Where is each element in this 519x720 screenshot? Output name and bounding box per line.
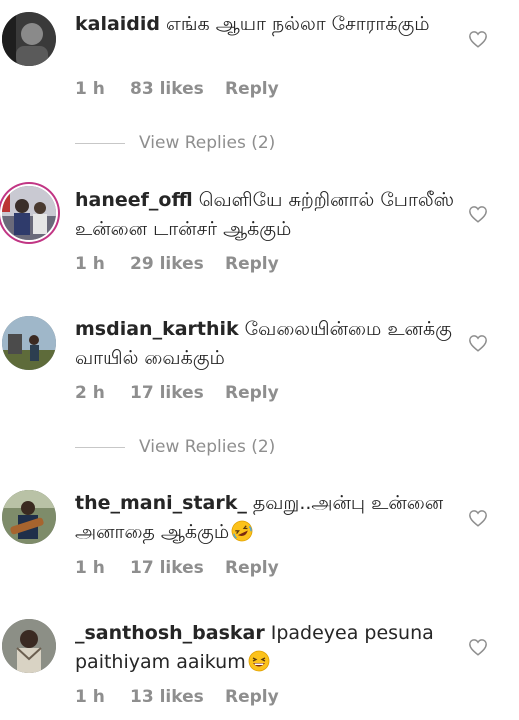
comment-meta: 1 h 29 likes Reply xyxy=(75,254,279,274)
likes-count[interactable]: 83 likes xyxy=(130,79,225,99)
avatar[interactable] xyxy=(2,186,56,240)
avatar[interactable] xyxy=(2,619,56,673)
avatar[interactable] xyxy=(2,316,56,370)
comment-text-block: the_mani_stark_ தவறு..அன்பு உன்னை அனாதை ஆ… xyxy=(75,489,460,547)
username-link[interactable]: haneef_offl xyxy=(75,189,193,211)
avatar[interactable] xyxy=(2,12,56,66)
comment-text-block: haneef_offl வெளியே சுற்றினால் போலீஸ் உன்ன… xyxy=(75,186,460,244)
comment-meta: 1 h 13 likes Reply xyxy=(75,687,279,707)
view-replies-label: View Replies (2) xyxy=(139,133,276,153)
comment-text-block: msdian_karthik வேலையின்மை உனக்கு வாயில் வ… xyxy=(75,315,460,373)
reply-button[interactable]: Reply xyxy=(225,79,279,99)
view-replies-button[interactable]: View Replies (2) xyxy=(75,437,275,461)
view-replies-label: View Replies (2) xyxy=(139,437,276,457)
likes-count[interactable]: 17 likes xyxy=(130,558,225,578)
comment-meta: 2 h 17 likes Reply xyxy=(75,383,279,403)
comment-meta: 1 h 83 likes Reply xyxy=(75,79,279,99)
reply-button[interactable]: Reply xyxy=(225,558,279,578)
comment-text: எங்க ஆயா நல்லா சோராக்கும் xyxy=(166,13,430,35)
heart-icon[interactable] xyxy=(468,30,488,48)
heart-icon[interactable] xyxy=(468,638,488,656)
likes-count[interactable]: 17 likes xyxy=(130,383,225,403)
comment-text-block: _santhosh_baskar Ipadeyea pesuna paithiya… xyxy=(75,619,460,677)
likes-count[interactable]: 13 likes xyxy=(130,687,225,707)
heart-icon[interactable] xyxy=(468,205,488,223)
heart-icon[interactable] xyxy=(468,334,488,352)
heart-icon[interactable] xyxy=(468,509,488,527)
likes-count[interactable]: 29 likes xyxy=(130,254,225,274)
timestamp: 1 h xyxy=(75,687,105,707)
username-link[interactable]: kalaidid xyxy=(75,13,160,35)
username-link[interactable]: the_mani_stark_ xyxy=(75,492,247,514)
laughing-emoji-icon xyxy=(248,650,270,672)
divider-line xyxy=(75,142,125,144)
reply-button[interactable]: Reply xyxy=(225,254,279,274)
divider-line xyxy=(75,446,125,448)
comment-meta: 1 h 17 likes Reply xyxy=(75,558,279,578)
reply-button[interactable]: Reply xyxy=(225,687,279,707)
timestamp: 1 h xyxy=(75,254,105,274)
username-link[interactable]: _santhosh_baskar xyxy=(75,622,265,644)
rolling-laughing-emoji-icon xyxy=(231,520,253,542)
timestamp: 1 h xyxy=(75,558,105,578)
comment-text-block: kalaidid எங்க ஆயா நல்லா சோராக்கும் xyxy=(75,10,460,39)
username-link[interactable]: msdian_karthik xyxy=(75,318,239,340)
view-replies-button[interactable]: View Replies (2) xyxy=(75,133,275,157)
timestamp: 1 h xyxy=(75,79,105,99)
avatar[interactable] xyxy=(2,490,56,544)
reply-button[interactable]: Reply xyxy=(225,383,279,403)
timestamp: 2 h xyxy=(75,383,105,403)
